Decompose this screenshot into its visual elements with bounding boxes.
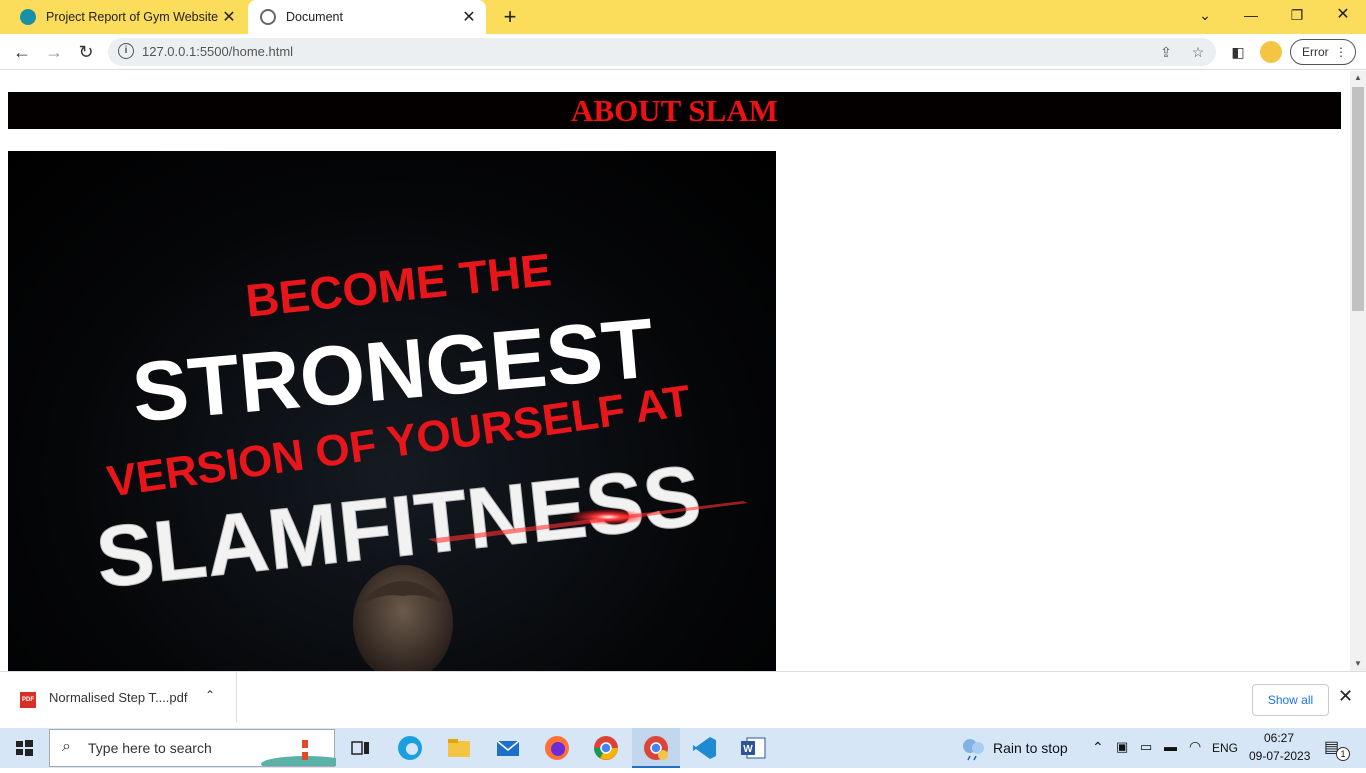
back-icon[interactable]: ← bbox=[8, 38, 36, 66]
clock-time[interactable]: 06:27 bbox=[1264, 731, 1294, 745]
reload-icon[interactable]: ↻ bbox=[72, 38, 100, 66]
language-indicator[interactable]: ENG bbox=[1212, 741, 1238, 755]
page-viewport: ABOUT SLAM BECOME THE STRONGEST VERSION … bbox=[0, 71, 1350, 671]
show-all-button[interactable]: Show all bbox=[1252, 684, 1329, 716]
globe-icon bbox=[260, 9, 276, 25]
url-text[interactable]: 127.0.0.1:5500/home.html bbox=[142, 38, 293, 66]
chrome-icon[interactable] bbox=[590, 732, 622, 764]
menu-kebab-icon: ⋮ bbox=[1335, 45, 1347, 59]
svg-text:W: W bbox=[743, 744, 753, 755]
notification-count-badge: 1 bbox=[1336, 747, 1350, 761]
minimize-icon[interactable]: — bbox=[1228, 0, 1274, 30]
site-favicon-icon bbox=[20, 9, 36, 25]
download-item[interactable]: PDF Normalised Step T....pdf ⌃ bbox=[0, 672, 237, 722]
close-window-icon[interactable]: ✕ bbox=[1320, 0, 1366, 30]
windows-logo-icon bbox=[16, 740, 33, 756]
pdf-file-icon: PDF bbox=[20, 692, 36, 708]
tab-strip: Project Report of Gym Website | B ✕ Docu… bbox=[0, 0, 1366, 34]
display-icon[interactable]: ▭ bbox=[1140, 739, 1152, 755]
download-filename[interactable]: Normalised Step T....pdf bbox=[49, 690, 188, 705]
tab-title: Document bbox=[286, 10, 343, 24]
search-placeholder: Type here to search bbox=[88, 740, 212, 756]
close-tab-icon[interactable]: ✕ bbox=[458, 7, 480, 27]
chrome-active-taskbar-button[interactable] bbox=[632, 728, 680, 768]
wifi-icon[interactable]: ◠ bbox=[1189, 738, 1201, 755]
restore-icon[interactable]: ❐ bbox=[1274, 0, 1320, 30]
error-button[interactable]: Error ⋮ bbox=[1290, 39, 1356, 65]
page-scrollbar[interactable]: ▲ ▼ bbox=[1350, 71, 1366, 671]
start-button[interactable] bbox=[0, 728, 48, 768]
edge-browser-icon[interactable] bbox=[394, 732, 426, 764]
show-hidden-icons-chevron-icon[interactable]: ⌃ bbox=[1092, 739, 1104, 756]
file-explorer-icon[interactable] bbox=[443, 732, 475, 764]
weather-rain-icon[interactable] bbox=[958, 732, 990, 764]
vscode-icon[interactable] bbox=[688, 732, 720, 764]
scrollbar-thumb[interactable] bbox=[1352, 87, 1364, 311]
close-download-bar-icon[interactable]: ✕ bbox=[1338, 686, 1353, 707]
site-info-icon[interactable]: i bbox=[118, 43, 134, 59]
chevron-up-icon[interactable]: ⌃ bbox=[205, 688, 215, 702]
error-label: Error bbox=[1302, 45, 1329, 59]
tab-search-chevron-icon[interactable]: ⌄ bbox=[1182, 0, 1228, 30]
about-heading: ABOUT SLAM bbox=[571, 93, 778, 128]
download-bar: PDF Normalised Step T....pdf ⌃ Show all … bbox=[0, 671, 1366, 728]
scroll-down-icon[interactable]: ▼ bbox=[1350, 657, 1366, 671]
taskbar-search-box[interactable]: ⌕ Type here to search bbox=[49, 729, 336, 767]
browser-toolbar: ← → ↻ i 127.0.0.1:5500/home.html ⇪ ☆ ◧ bbox=[0, 34, 1366, 70]
clock-date[interactable]: 09-07-2023 bbox=[1249, 749, 1310, 763]
search-highlight-illustration bbox=[261, 740, 336, 766]
tab-document[interactable]: Document ✕ bbox=[248, 0, 486, 34]
side-panel-icon[interactable]: ◧ bbox=[1228, 42, 1248, 62]
meet-now-icon[interactable]: ▣ bbox=[1116, 739, 1128, 755]
about-banner: ABOUT SLAM bbox=[8, 92, 1341, 129]
word-icon[interactable]: W bbox=[737, 732, 769, 764]
forward-icon[interactable]: → bbox=[40, 38, 68, 66]
bookmark-star-icon[interactable]: ☆ bbox=[1188, 42, 1208, 62]
firefox-icon[interactable] bbox=[541, 732, 573, 764]
weather-text[interactable]: Rain to stop bbox=[993, 740, 1068, 756]
task-view-icon[interactable] bbox=[344, 732, 376, 764]
share-icon[interactable]: ⇪ bbox=[1156, 42, 1176, 62]
address-bar[interactable]: i 127.0.0.1:5500/home.html ⇪ ☆ bbox=[108, 38, 1216, 66]
new-tab-icon[interactable]: + bbox=[498, 4, 522, 30]
search-icon: ⌕ bbox=[62, 738, 71, 755]
profile-avatar[interactable] bbox=[1260, 41, 1282, 63]
windows-taskbar: ⌕ Type here to search W Rain to stop ⌃ ▣… bbox=[0, 728, 1366, 768]
tab-title: Project Report of Gym Website | B bbox=[46, 10, 218, 24]
mail-icon[interactable] bbox=[492, 732, 524, 764]
close-tab-icon[interactable]: ✕ bbox=[218, 7, 240, 27]
battery-icon[interactable]: ▬ bbox=[1164, 739, 1177, 754]
scroll-up-icon[interactable]: ▲ bbox=[1350, 71, 1366, 85]
slamfitness-poster-image: BECOME THE STRONGEST VERSION OF YOURSELF… bbox=[8, 151, 776, 671]
tab-project-report[interactable]: Project Report of Gym Website | B ✕ bbox=[8, 0, 246, 34]
chrome-profile-icon bbox=[644, 736, 668, 760]
